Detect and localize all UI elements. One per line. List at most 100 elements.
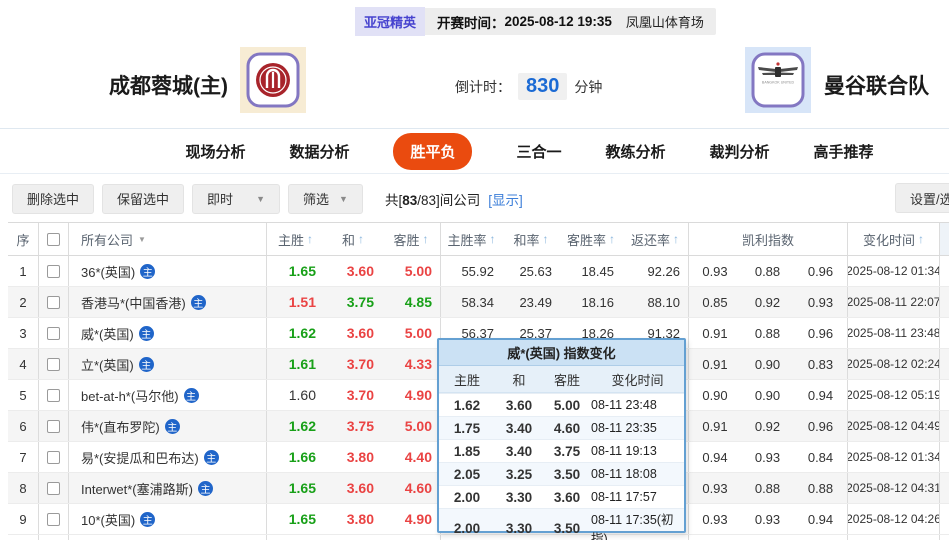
row-checkbox[interactable] — [47, 358, 60, 371]
scrollbar-track[interactable] — [939, 223, 949, 255]
company-name: bet-at-h*(马尔他) — [81, 386, 179, 405]
row-checkbox[interactable] — [47, 296, 60, 309]
sort-asc-icon[interactable]: ↑ — [307, 232, 313, 246]
away-odds: 4.40 — [382, 442, 440, 472]
countdown-label: 倒计时： — [455, 77, 511, 97]
row-checkbox[interactable] — [47, 420, 60, 433]
sort-asc-icon[interactable]: ↑ — [358, 232, 364, 246]
return-rate: 92.26 — [622, 256, 688, 286]
company-name: 36*(英国) — [81, 262, 135, 281]
history-draw-odds: 3.60 — [495, 394, 543, 416]
empty-cell — [324, 535, 382, 540]
row-checkbox[interactable] — [47, 327, 60, 340]
history-home-odds: 2.00 — [439, 486, 495, 508]
delete-selected-button[interactable]: 删除选中 — [12, 184, 94, 214]
col-home-rate: 主胜率 ↑ — [440, 223, 502, 255]
row-checkbox[interactable] — [47, 389, 60, 402]
sort-asc-icon[interactable]: ↑ — [490, 232, 496, 246]
chevron-down-icon: ▼ — [256, 194, 265, 204]
tab-referee-analysis[interactable]: 裁判分析 — [710, 141, 770, 162]
home-odds: 1.60 — [266, 380, 324, 410]
history-home-odds: 1.85 — [439, 440, 495, 462]
away-rate: 18.16 — [560, 287, 622, 317]
row-extra — [939, 473, 949, 503]
settings-button[interactable]: 设置/选择 — [895, 183, 949, 213]
row-seq: 6 — [8, 411, 38, 441]
tab-expert-recommend[interactable]: 高手推荐 — [814, 141, 874, 162]
col-home-odds: 主胜↑ — [266, 223, 324, 255]
toolbar: 删除选中 保留选中 即时 ▼ 筛选 ▼ 共[83/83]间公司 [显示] 设置/… — [0, 175, 949, 222]
kelly-index: 0.84 — [794, 442, 847, 472]
row-checkbox[interactable] — [47, 482, 60, 495]
row-checkbox[interactable] — [47, 513, 60, 526]
row-extra — [939, 256, 949, 286]
empty-cell — [8, 535, 38, 540]
popup-header-row: 主胜和客胜变化时间 — [439, 366, 684, 393]
kelly-index: 0.88 — [794, 473, 847, 503]
popup-body: 主胜和客胜变化时间1.623.605.0008-11 23:481.753.40… — [439, 366, 684, 531]
kelly-index: 0.88 — [741, 256, 794, 286]
tab-three-in-one[interactable]: 三合一 — [516, 141, 561, 162]
host-badge: 主 — [191, 295, 206, 310]
away-rate: 18.45 — [560, 256, 622, 286]
tab-win-draw-loss[interactable]: 胜平负 — [393, 133, 472, 170]
kelly-index: 0.96 — [794, 318, 847, 348]
row-extra — [939, 349, 949, 379]
kelly-index: 0.91 — [688, 318, 741, 348]
history-change-time: 08-11 19:13 — [591, 440, 684, 462]
draw-odds: 3.70 — [324, 349, 382, 379]
tab-live-analysis[interactable]: 现场分析 — [185, 141, 245, 162]
sort-asc-icon[interactable]: ↑ — [543, 232, 549, 246]
sort-asc-icon[interactable]: ↑ — [423, 232, 429, 246]
select-all-checkbox[interactable] — [47, 233, 60, 246]
col-draw-rate-label: 和率 — [513, 230, 539, 249]
chevron-down-icon[interactable]: ▼ — [138, 235, 146, 244]
history-away-odds: 3.50 — [543, 463, 591, 485]
sort-asc-icon[interactable]: ↑ — [609, 232, 615, 246]
company-cell: 威*(英国)主 — [68, 318, 266, 348]
match-info-strip: 亚冠精英 开赛时间： 2025-08-12 19:35 凤凰山体育场 — [355, 8, 716, 35]
league-badge[interactable]: 亚冠精英 — [355, 7, 425, 36]
odds-history-popup: 威*(英国) 指数变化 主胜和客胜变化时间1.623.605.0008-11 2… — [437, 338, 686, 533]
row-checkbox[interactable] — [47, 451, 60, 464]
table-row[interactable]: 136*(英国)主1.653.605.0055.9225.6318.4592.2… — [8, 256, 949, 287]
sort-asc-icon[interactable]: ↑ — [918, 232, 924, 246]
away-odds: 4.33 — [382, 349, 440, 379]
company-name: 立*(英国) — [81, 355, 134, 374]
history-row: 1.853.403.7508-11 19:13 — [439, 439, 684, 462]
instant-dropdown[interactable]: 即时 ▼ — [192, 184, 280, 214]
keep-selected-button[interactable]: 保留选中 — [102, 184, 184, 214]
popup-col-3: 变化时间 — [591, 366, 684, 392]
row-extra — [939, 287, 949, 317]
kelly-index: 0.85 — [688, 287, 741, 317]
sort-asc-icon[interactable]: ↑ — [673, 232, 679, 246]
company-cell: Interwet*(塞浦路斯)主 — [68, 473, 266, 503]
tab-coach-analysis[interactable]: 教练分析 — [606, 141, 666, 162]
filter-dropdown[interactable]: 筛选 ▼ — [288, 184, 363, 214]
kelly-index: 0.93 — [741, 504, 794, 534]
row-seq: 5 — [8, 380, 38, 410]
col-home-rate-label: 主胜率 — [447, 230, 486, 249]
empty-cell — [939, 535, 949, 540]
show-link[interactable]: [显示] — [488, 189, 523, 209]
company-name: 易*(安提瓜和巴布达) — [81, 448, 199, 467]
history-change-time: 08-11 23:48 — [591, 394, 684, 416]
row-seq: 8 — [8, 473, 38, 503]
kelly-index: 0.93 — [794, 287, 847, 317]
draw-odds: 3.60 — [324, 256, 382, 286]
history-away-odds: 3.60 — [543, 486, 591, 508]
row-seq: 2 — [8, 287, 38, 317]
change-time: 2025-08-12 01:34 — [847, 442, 939, 472]
table-row[interactable]: 2香港马*(中国香港)主1.513.754.8558.3423.4918.168… — [8, 287, 949, 318]
kelly-index: 0.83 — [794, 349, 847, 379]
tab-data-analysis[interactable]: 数据分析 — [289, 141, 349, 162]
svg-text:BANGKOK UNITED: BANGKOK UNITED — [762, 81, 795, 85]
home-team-logo — [240, 47, 306, 113]
away-odds: 5.00 — [382, 256, 440, 286]
row-checkbox[interactable] — [47, 265, 60, 278]
history-away-odds: 3.75 — [543, 440, 591, 462]
history-change-time: 08-11 23:35 — [591, 417, 684, 439]
row-checkbox-cell — [38, 349, 68, 379]
col-kelly: 凯利指数 — [688, 223, 847, 255]
home-odds: 1.66 — [266, 442, 324, 472]
